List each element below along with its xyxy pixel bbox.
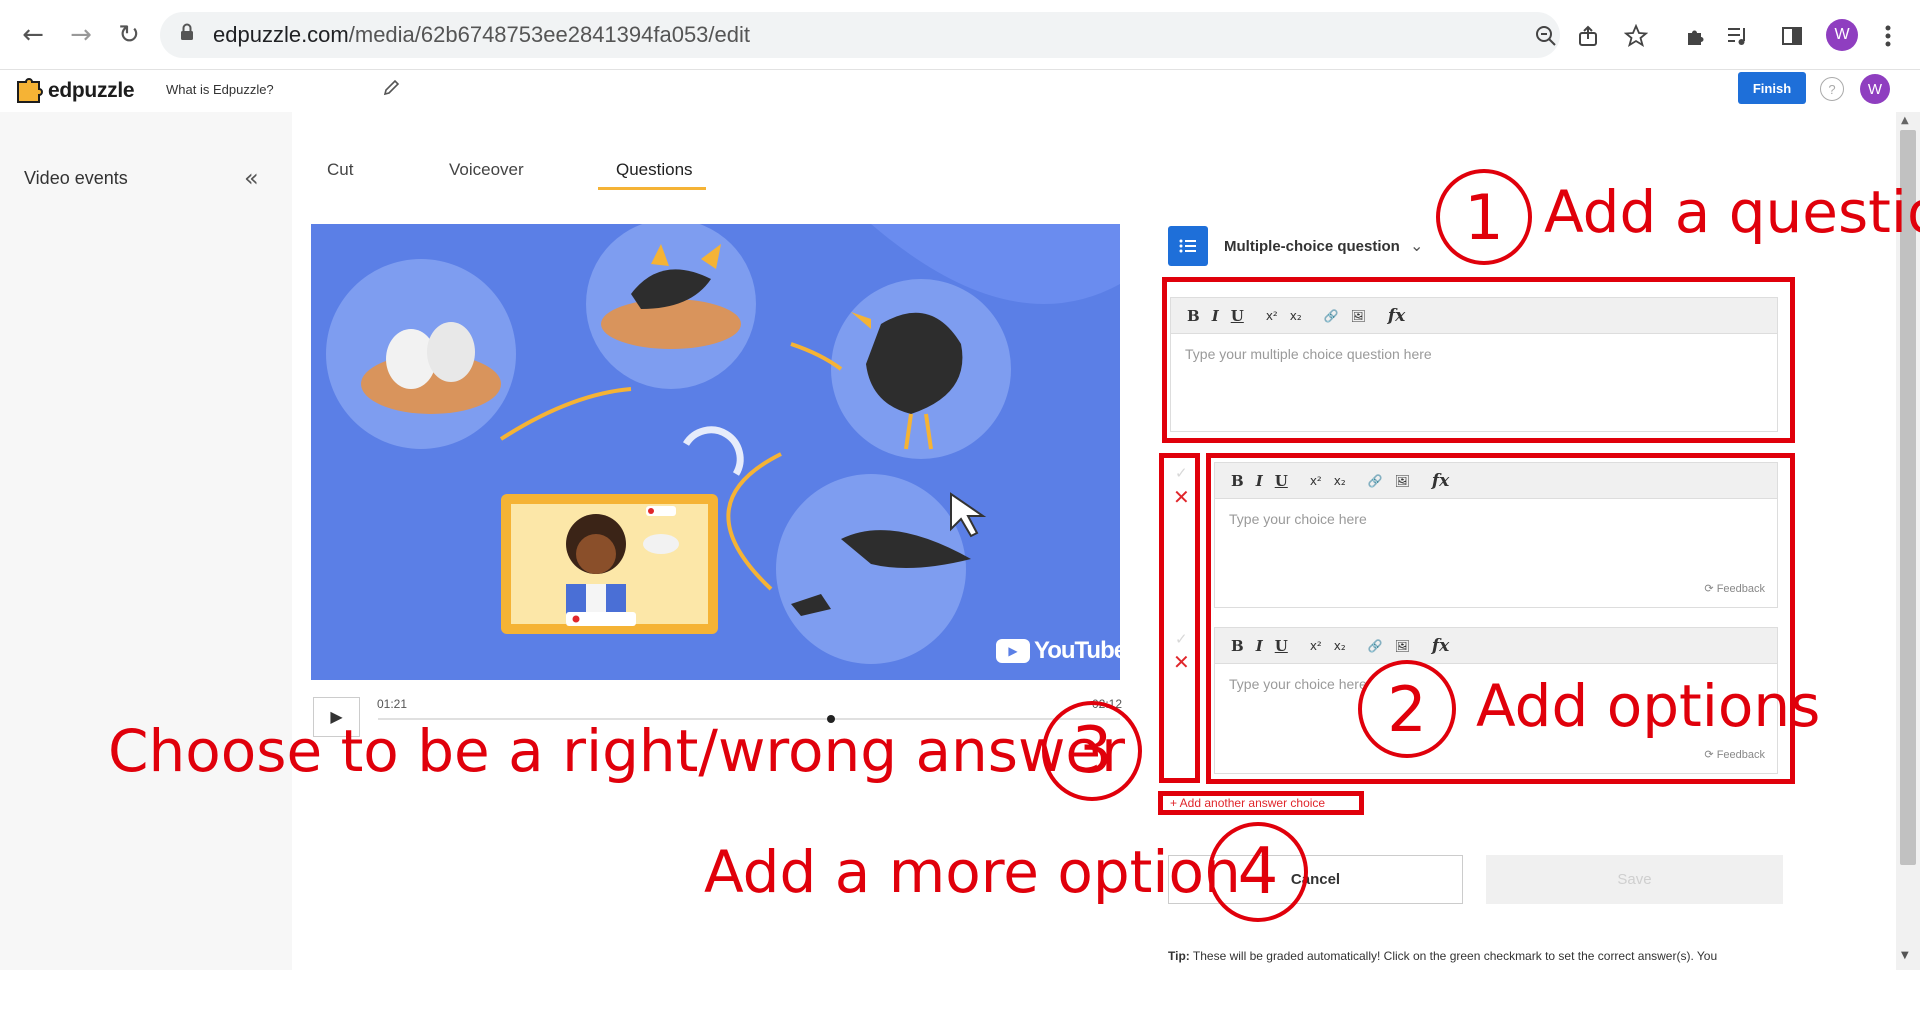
extensions-icon[interactable] [1680,20,1712,52]
chevron-down-icon[interactable]: ⌄ [1410,236,1423,255]
scroll-down-arrow-icon[interactable]: ▼ [1901,950,1909,961]
menu-icon[interactable] [1872,20,1904,52]
annotation-text-3: Choose to be a right/wrong answer [108,717,1125,785]
video-frame-illustration [311,224,1120,680]
zoom-icon[interactable] [1530,20,1562,52]
reload-icon[interactable]: ↻ [110,16,148,54]
media-icon[interactable] [1722,20,1754,52]
annotation-text-1: Add a question [1544,178,1920,246]
url-text[interactable]: edpuzzle.com/media/62b6748753ee2841394fa… [213,22,750,48]
collapse-sidebar-icon[interactable]: « [244,164,259,192]
forward-icon[interactable]: → [62,16,100,54]
video-player[interactable] [311,224,1120,680]
side-panel-icon[interactable] [1776,20,1808,52]
profile-avatar[interactable]: W [1826,19,1858,51]
youtube-play-icon: ▶ [996,639,1030,663]
sidebar [0,112,292,970]
tip-body: These will be graded automatically! Clic… [1189,949,1718,963]
back-icon[interactable]: ← [14,16,52,54]
tab-cut[interactable]: Cut [327,160,353,180]
edit-title-pencil-icon[interactable] [382,78,400,102]
annotation-box-add-option [1158,791,1364,815]
url-host: edpuzzle.com [213,22,349,47]
question-type-list-icon[interactable] [1168,226,1208,266]
annotation-text-2: Add options [1476,672,1821,740]
video-events-title: Video events [24,168,128,188]
scroll-up-arrow-icon[interactable]: ▲ [1901,115,1909,126]
annotation-text-4: Add a more option [704,838,1241,906]
question-type-label[interactable]: Multiple-choice question [1224,238,1400,255]
tab-voiceover[interactable]: Voiceover [449,160,524,180]
annotation-box-question [1162,277,1795,443]
youtube-label: YouTube [1034,637,1127,664]
annotation-box-right-wrong [1159,453,1200,783]
lock-icon[interactable] [180,22,194,46]
current-time: 01:21 [377,697,408,711]
user-avatar[interactable]: W [1860,74,1890,104]
help-icon[interactable]: ? [1820,77,1844,101]
youtube-badge[interactable]: ▶ YouTube [996,637,1127,665]
app-header [0,70,1920,112]
annotation-number-1: 1 [1436,169,1532,265]
url-path: /media/62b6748753ee2841394fa053/edit [348,22,751,47]
active-tab-underline [598,187,706,190]
share-icon[interactable] [1572,20,1604,52]
logo-text: edpuzzle [48,79,135,102]
finish-button[interactable]: Finish [1738,72,1806,104]
tab-questions[interactable]: Questions [616,160,693,180]
annotation-number-3: 3 [1042,701,1142,801]
what-is-edpuzzle-link[interactable]: What is Edpuzzle? [166,82,274,97]
annotation-number-4: 4 [1208,822,1308,922]
bookmark-star-icon[interactable] [1620,20,1652,52]
annotation-number-2: 2 [1358,660,1456,758]
logo-puzzle-icon [17,78,43,103]
tip-label: Tip: [1168,949,1190,963]
save-button[interactable]: Save [1486,855,1783,904]
edpuzzle-logo[interactable]: edpuzzle [14,76,135,106]
tip-text: Tip: These will be graded automatically!… [1168,949,1717,963]
